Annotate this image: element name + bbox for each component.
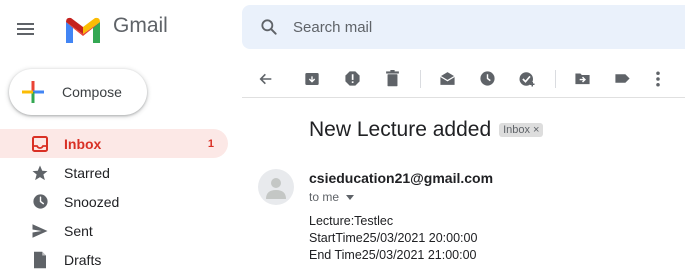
sidebar-item-inbox[interactable]: Inbox 1	[0, 129, 228, 158]
body-line: Lecture:Testlec	[309, 214, 394, 228]
chevron-down-icon[interactable]	[346, 194, 355, 200]
move-to-icon[interactable]	[572, 69, 592, 89]
compose-label: Compose	[62, 84, 122, 100]
remove-label-icon[interactable]: ×	[533, 124, 539, 136]
search-input[interactable]	[293, 18, 593, 36]
sidebar-nav: Inbox 1 Starred Snoozed Sent Drafts	[0, 129, 228, 274]
sidebar-item-starred[interactable]: Starred	[0, 158, 228, 187]
sender-email[interactable]: csieducation21@gmail.com	[309, 170, 493, 186]
compose-button[interactable]: Compose	[9, 69, 147, 115]
delete-icon[interactable]	[382, 69, 402, 89]
clock-icon	[30, 192, 50, 212]
snooze-icon[interactable]	[477, 69, 497, 89]
report-spam-icon[interactable]	[342, 69, 362, 89]
draft-icon	[30, 250, 50, 270]
body-line: StartTime25/03/2021 20:00:00	[309, 231, 478, 245]
unread-count-badge: 1	[207, 137, 214, 150]
email-subject: New Lecture added	[309, 118, 492, 141]
email-subject-row: New Lecture added Inbox ×	[309, 118, 544, 142]
label-icon[interactable]	[612, 69, 632, 89]
search-icon[interactable]	[259, 17, 279, 37]
main-menu-icon[interactable]	[14, 17, 38, 41]
app-brand-name: Gmail	[113, 14, 168, 37]
gmail-logo-icon[interactable]	[63, 15, 103, 45]
sidebar-item-label: Drafts	[64, 251, 102, 268]
sidebar-item-label: Sent	[64, 222, 93, 239]
send-icon	[30, 221, 50, 241]
message-toolbar	[242, 60, 685, 98]
email-body: Lecture:Testlec StartTime25/03/2021 20:0…	[309, 213, 477, 264]
avatar	[258, 169, 294, 205]
sidebar-item-label: Starred	[64, 164, 110, 181]
sidebar-item-sent[interactable]: Sent	[0, 216, 228, 245]
compose-plus-icon	[22, 81, 44, 103]
archive-icon[interactable]	[302, 69, 322, 89]
sidebar-item-snoozed[interactable]: Snoozed	[0, 187, 228, 216]
more-vert-icon[interactable]	[648, 69, 668, 89]
body-line: End Time25/03/2021 21:00:00	[309, 248, 477, 262]
inbox-label-chip[interactable]: Inbox ×	[499, 123, 544, 137]
toolbar-divider	[420, 69, 421, 88]
label-chip-text: Inbox	[503, 124, 531, 136]
inbox-icon	[30, 134, 50, 154]
sidebar-item-drafts[interactable]: Drafts	[0, 245, 228, 274]
add-to-tasks-icon[interactable]	[517, 69, 537, 89]
recipient-details[interactable]: to me	[309, 190, 355, 204]
recipient-text: to me	[309, 190, 340, 204]
sidebar-item-label: Snoozed	[64, 193, 120, 210]
back-arrow-icon[interactable]	[256, 69, 276, 89]
sidebar-item-label: Inbox	[64, 135, 102, 152]
star-icon	[30, 163, 50, 183]
mark-unread-icon[interactable]	[437, 69, 457, 89]
search-bar[interactable]	[242, 5, 685, 49]
toolbar-divider	[555, 69, 556, 88]
